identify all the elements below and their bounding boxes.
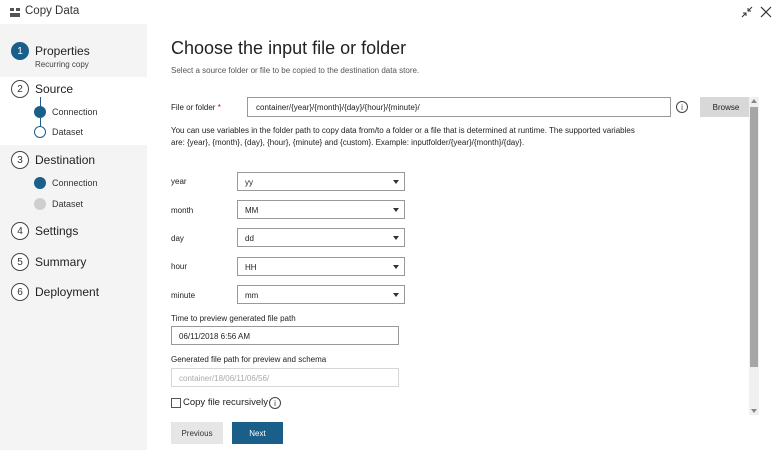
substep-dot	[34, 198, 46, 210]
info-icon[interactable]: i	[269, 397, 281, 409]
substep-dot	[34, 126, 46, 138]
substep-source-connection[interactable]: Connection	[0, 105, 147, 123]
scroll-thumb[interactable]	[750, 107, 758, 367]
step-label: Settings	[35, 224, 79, 238]
hour-select[interactable]: HH	[237, 257, 405, 276]
copy-recursively-checkbox[interactable]	[171, 398, 181, 408]
step-number: 2	[11, 80, 29, 98]
step-sublabel: Recurring copy	[35, 60, 89, 69]
wizard-sidebar: 1 Properties Recurring copy 2 Source Con…	[0, 24, 147, 450]
step-label: Summary	[35, 255, 87, 269]
previous-button[interactable]: Previous	[171, 422, 223, 444]
browse-button[interactable]: Browse	[700, 97, 752, 117]
close-icon	[760, 6, 772, 18]
close-button[interactable]	[757, 3, 775, 21]
vertical-scrollbar[interactable]	[749, 97, 759, 415]
month-select[interactable]: MM	[237, 200, 405, 219]
hour-label: hour	[171, 262, 188, 271]
minute-select[interactable]: mm	[237, 285, 405, 304]
substep-label: Dataset	[52, 127, 84, 137]
month-label: month	[171, 206, 194, 215]
selected-value: dd	[245, 234, 254, 243]
substep-destination-dataset[interactable]: Dataset	[0, 197, 147, 215]
chevron-down-icon	[393, 208, 399, 212]
year-select[interactable]: yy	[237, 172, 405, 191]
copy-data-app-icon	[10, 8, 20, 17]
preview-time-label: Time to preview generated file path	[171, 314, 296, 323]
preview-time-input[interactable]: 06/11/2018 6:56 AM	[171, 326, 399, 345]
required-mark: *	[217, 103, 221, 112]
page-title: Choose the input file or folder	[171, 38, 407, 58]
step-number: 1	[11, 42, 29, 60]
day-select[interactable]: dd	[237, 228, 405, 247]
selected-value: MM	[245, 206, 259, 215]
substep-source-dataset[interactable]: Dataset	[0, 125, 147, 143]
minute-label: minute	[171, 291, 196, 300]
step-number: 4	[11, 222, 29, 240]
selected-value: mm	[245, 291, 259, 300]
generated-path-field: container/18/06/11/06/56/	[171, 368, 399, 387]
substep-dot	[34, 177, 46, 189]
copy-recursively-label: Copy file recursively	[183, 397, 268, 408]
substep-dot	[34, 106, 46, 118]
selected-value: yy	[245, 178, 253, 187]
file-or-folder-text: File or folder	[171, 103, 216, 112]
day-label: day	[171, 234, 184, 243]
restore-button[interactable]	[738, 3, 756, 21]
step-number: 6	[11, 283, 29, 301]
substep-label: Connection	[52, 107, 98, 117]
selected-value: HH	[245, 263, 257, 272]
main-panel: Choose the input file or folder Select a…	[147, 24, 780, 450]
restore-icon	[741, 6, 753, 18]
chevron-down-icon	[393, 293, 399, 297]
window-title: Copy Data	[25, 5, 80, 17]
chevron-down-icon	[393, 236, 399, 240]
substep-destination-connection[interactable]: Connection	[0, 176, 147, 194]
step-label: Source	[35, 82, 74, 96]
substep-label: Dataset	[52, 199, 84, 209]
info-icon[interactable]: i	[676, 101, 688, 113]
step-number: 3	[11, 151, 29, 169]
step-label: Deployment	[35, 285, 100, 299]
chevron-down-icon	[393, 180, 399, 184]
step-label: Properties	[35, 44, 90, 58]
variables-help-text: You can use variables in the folder path…	[171, 126, 635, 147]
scroll-down-arrow[interactable]	[751, 409, 757, 413]
step-number: 5	[11, 253, 29, 271]
chevron-down-icon	[393, 265, 399, 269]
page-subtitle: Select a source folder or file to be cop…	[171, 66, 420, 75]
step-label: Destination	[35, 153, 96, 167]
file-path-input[interactable]: container/{year}/{month}/{day}/{hour}/{m…	[247, 97, 671, 117]
scroll-up-arrow[interactable]	[751, 99, 757, 103]
generated-path-label: Generated file path for preview and sche…	[171, 355, 327, 364]
year-label: year	[171, 177, 187, 186]
title-bar: Copy Data	[0, 0, 780, 24]
substep-label: Connection	[52, 178, 98, 188]
next-button[interactable]: Next	[232, 422, 283, 444]
file-or-folder-label: File or folder *	[171, 103, 221, 112]
